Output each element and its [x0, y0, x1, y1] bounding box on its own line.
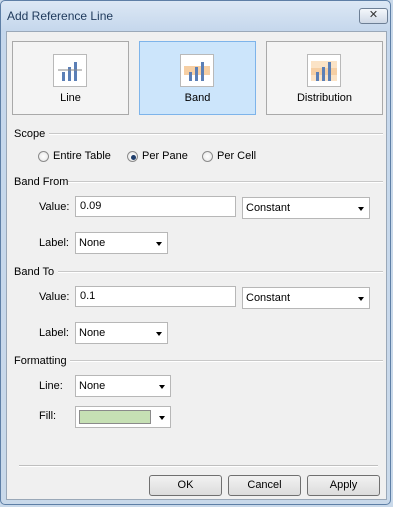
radio-dot [131, 155, 136, 160]
type-distribution-button[interactable]: Distribution [266, 41, 383, 115]
dropdown-arrow-icon [358, 297, 364, 301]
add-reference-line-dialog: Add Reference Line ✕ Line Band Distribut… [0, 0, 391, 505]
band-to-heading: Band To [14, 266, 55, 278]
scope-per-cell-label: Per Cell [217, 150, 257, 162]
band-to-value-label: Value: [39, 291, 70, 303]
band-to-label-value: None [79, 327, 106, 339]
close-button[interactable]: ✕ [359, 8, 388, 24]
title-bar[interactable]: Add Reference Line ✕ [1, 1, 392, 31]
scope-divider [49, 133, 383, 135]
button-separator [19, 465, 378, 467]
dialog-content: Line Band Distribution Scope Entire Tabl… [6, 31, 387, 500]
ok-button[interactable]: OK [149, 475, 222, 496]
band-to-value-input[interactable]: 0.1 [75, 286, 236, 307]
dropdown-arrow-icon [156, 332, 162, 336]
band-to-label-select[interactable]: None [75, 322, 168, 344]
cancel-button[interactable]: Cancel [228, 475, 301, 496]
radio-circle [38, 151, 49, 162]
scope-entire-table-label: Entire Table [53, 150, 111, 162]
band-from-label-value: None [79, 237, 106, 249]
distribution-chart-icon [307, 54, 341, 87]
type-band-label: Band [184, 92, 211, 104]
band-from-label-label: Label: [39, 237, 69, 249]
band-chart-icon [180, 54, 214, 87]
type-band-button[interactable]: Band [139, 41, 256, 115]
type-distribution-label: Distribution [296, 92, 353, 104]
dropdown-arrow-icon [358, 207, 364, 211]
close-icon: ✕ [368, 9, 379, 21]
type-line-label: Line [60, 92, 81, 104]
apply-button[interactable]: Apply [307, 475, 380, 496]
line-label: Line: [39, 380, 63, 392]
scope-heading: Scope [14, 128, 46, 140]
line-style-select[interactable]: None [75, 375, 171, 397]
type-line-button[interactable]: Line [12, 41, 129, 115]
radio-circle [202, 151, 213, 162]
scope-per-pane-label: Per Pane [142, 150, 188, 162]
line-style-value: None [79, 380, 106, 392]
line-chart-icon [53, 54, 87, 87]
band-from-divider [68, 181, 383, 183]
fill-color-select[interactable] [75, 406, 171, 428]
band-from-value-input[interactable]: 0.09 [75, 196, 236, 217]
band-from-value-label: Value: [39, 201, 70, 213]
band-to-label-label: Label: [39, 327, 69, 339]
band-from-heading: Band From [14, 176, 69, 188]
band-from-type-select[interactable]: Constant [242, 197, 370, 219]
dialog-title: Add Reference Line [7, 9, 114, 23]
band-to-value-text: 0.1 [80, 290, 96, 302]
band-to-type-select[interactable]: Constant [242, 287, 370, 309]
band-to-type-value: Constant [246, 292, 291, 304]
radio-circle-selected [127, 151, 138, 162]
dropdown-arrow-icon [159, 385, 165, 389]
dropdown-arrow-icon [156, 242, 162, 246]
dropdown-arrow-icon [159, 416, 165, 420]
band-to-divider [58, 271, 383, 273]
band-from-value-text: 0.09 [80, 200, 102, 212]
formatting-heading: Formatting [14, 355, 67, 367]
fill-label: Fill: [39, 410, 57, 422]
formatting-divider [70, 360, 383, 362]
band-from-label-select[interactable]: None [75, 232, 168, 254]
band-from-type-value: Constant [246, 202, 291, 214]
fill-color-swatch [79, 410, 151, 424]
